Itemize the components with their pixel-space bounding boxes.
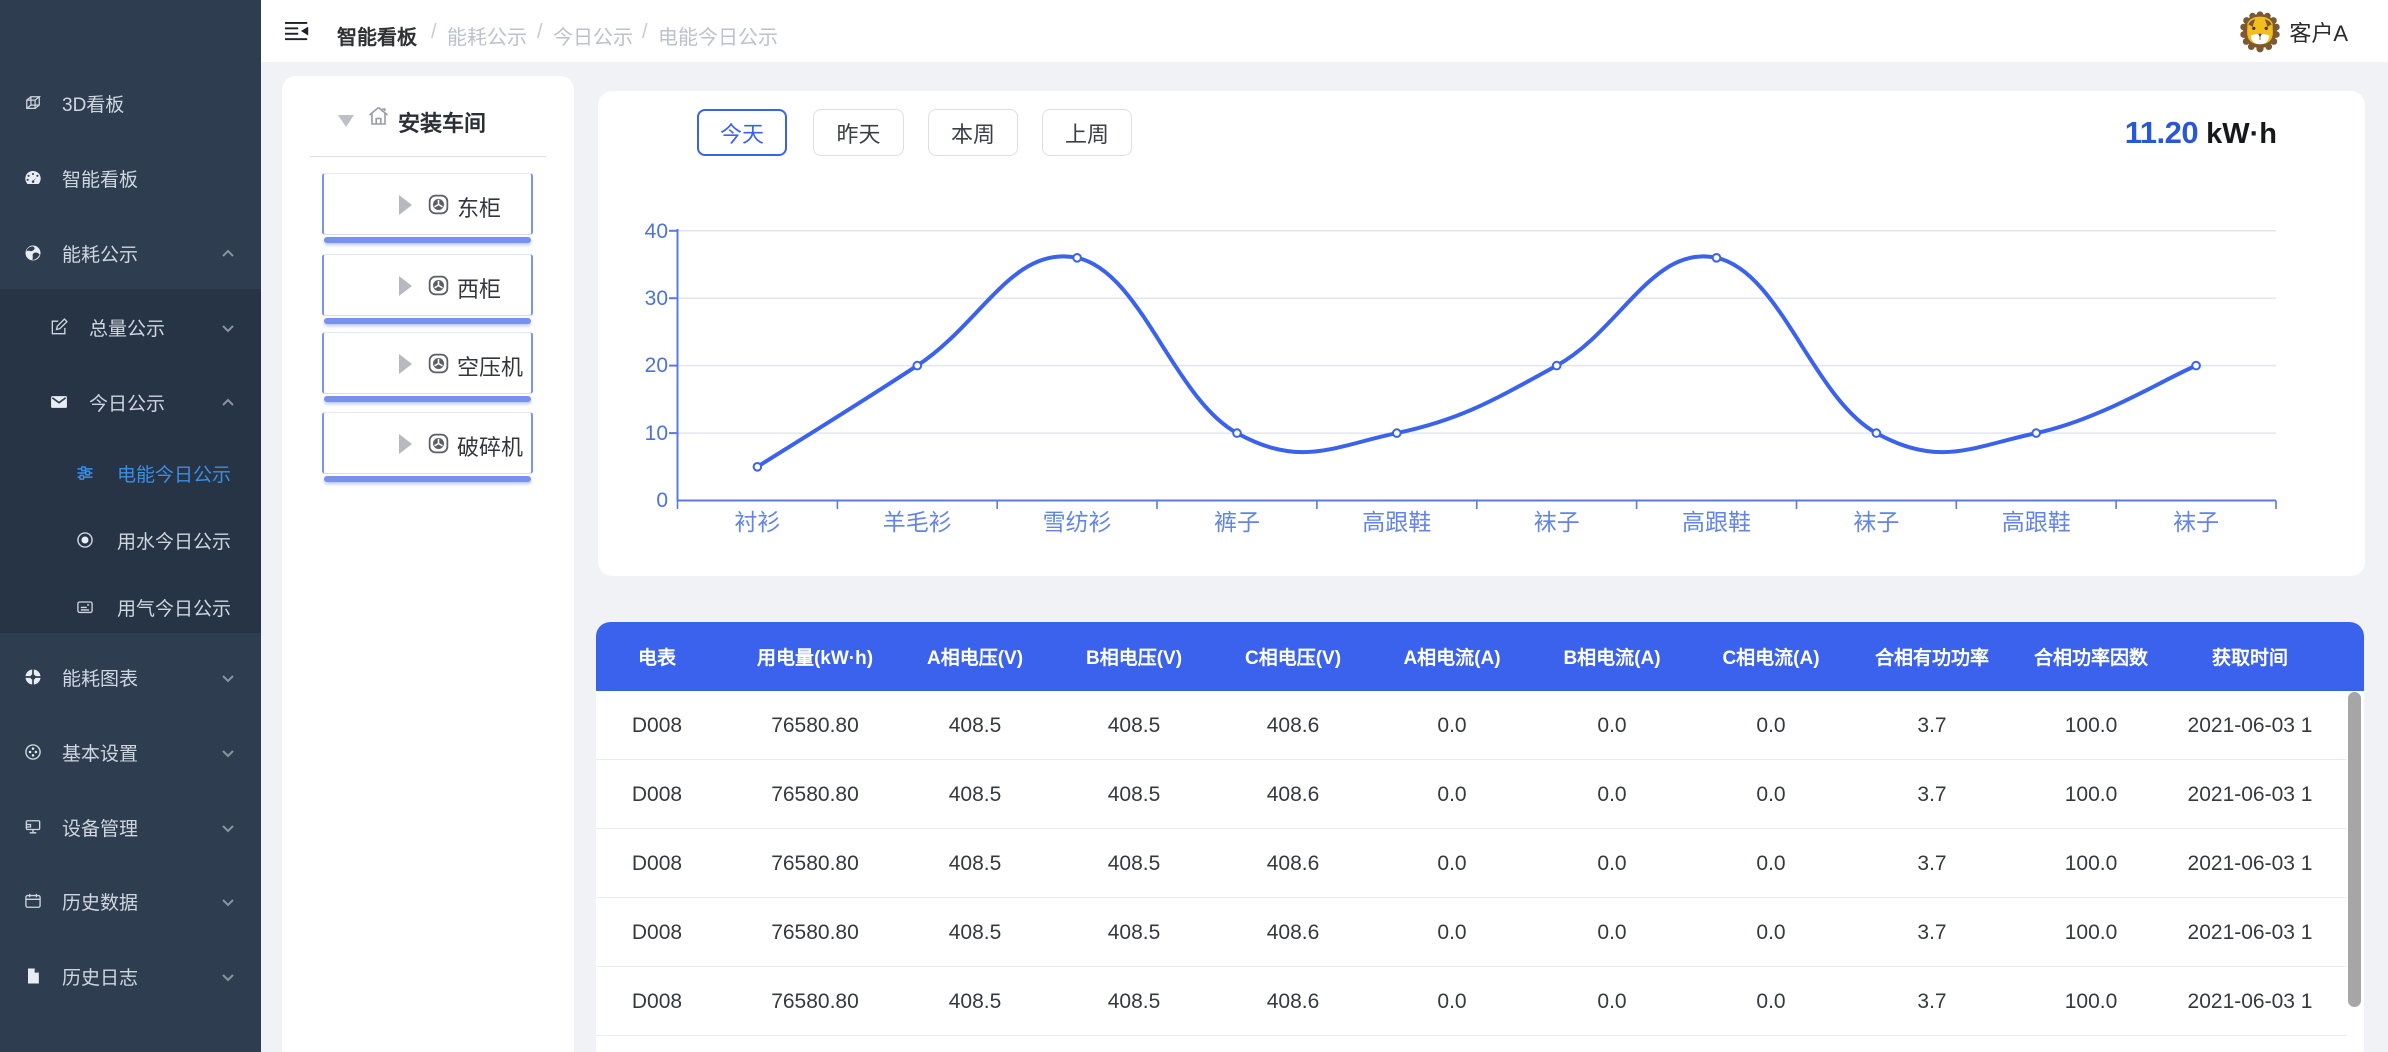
svg-text:雪纺衫: 雪纺衫 <box>1043 509 1112 535</box>
svg-text:袜子: 袜子 <box>2173 509 2219 535</box>
svg-text:羊毛衫: 羊毛衫 <box>883 509 952 535</box>
svg-text:衬衫: 衬衫 <box>734 509 780 535</box>
svg-text:袜子: 袜子 <box>1534 509 1580 535</box>
svg-text:40: 40 <box>645 220 668 243</box>
svg-text:高跟鞋: 高跟鞋 <box>1682 509 1751 535</box>
svg-text:10: 10 <box>645 422 668 445</box>
svg-text:30: 30 <box>645 287 668 310</box>
svg-text:高跟鞋: 高跟鞋 <box>1362 509 1431 535</box>
svg-text:20: 20 <box>645 354 668 377</box>
svg-text:裤子: 裤子 <box>1214 509 1260 535</box>
svg-text:0: 0 <box>656 489 668 512</box>
svg-text:袜子: 袜子 <box>1853 509 1899 535</box>
svg-text:高跟鞋: 高跟鞋 <box>2002 509 2071 535</box>
